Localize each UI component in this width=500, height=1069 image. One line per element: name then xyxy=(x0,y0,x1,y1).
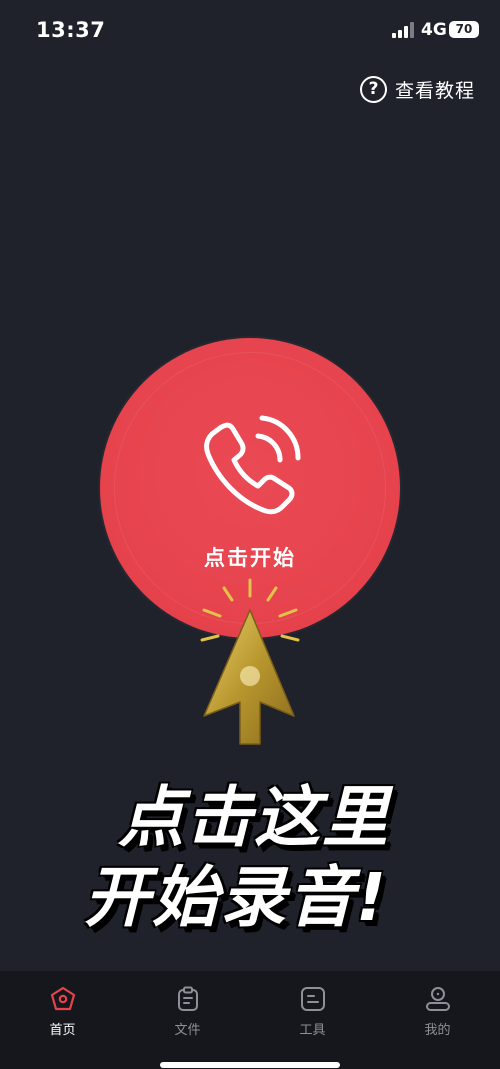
tab-bar: 首页 文件 工具 我的 xyxy=(0,971,500,1069)
tab-file[interactable]: 文件 xyxy=(125,971,250,1069)
tab-profile[interactable]: 我的 xyxy=(375,971,500,1069)
network-type: 4G xyxy=(421,20,447,40)
tab-tools-label: 工具 xyxy=(299,1023,326,1038)
status-bar: 13:37 4G 70 xyxy=(0,0,500,60)
tab-file-label: 文件 xyxy=(174,1023,201,1038)
tab-home-label: 首页 xyxy=(49,1023,76,1038)
tutorial-label: 查看教程 xyxy=(395,79,476,102)
home-indicator xyxy=(160,1062,340,1068)
file-icon xyxy=(177,986,198,1011)
hint-line-2: 开始录音! xyxy=(84,859,389,936)
status-time: 13:37 xyxy=(36,18,106,42)
tab-tools[interactable]: 工具 xyxy=(250,971,375,1069)
pointer-arrow-icon xyxy=(200,578,300,745)
tab-profile-label: 我的 xyxy=(424,1023,451,1038)
help-icon: ? xyxy=(360,75,387,103)
tab-home[interactable]: 首页 xyxy=(0,971,125,1069)
battery-icon: 70 xyxy=(449,21,479,38)
profile-icon xyxy=(425,987,450,1011)
home-icon xyxy=(50,986,75,1011)
record-label: 点击开始 xyxy=(204,546,296,570)
signal-icon xyxy=(392,22,414,38)
phone-icon xyxy=(204,415,301,515)
tutorial-link[interactable]: ? 查看教程 xyxy=(360,74,475,104)
tools-icon xyxy=(300,987,325,1011)
